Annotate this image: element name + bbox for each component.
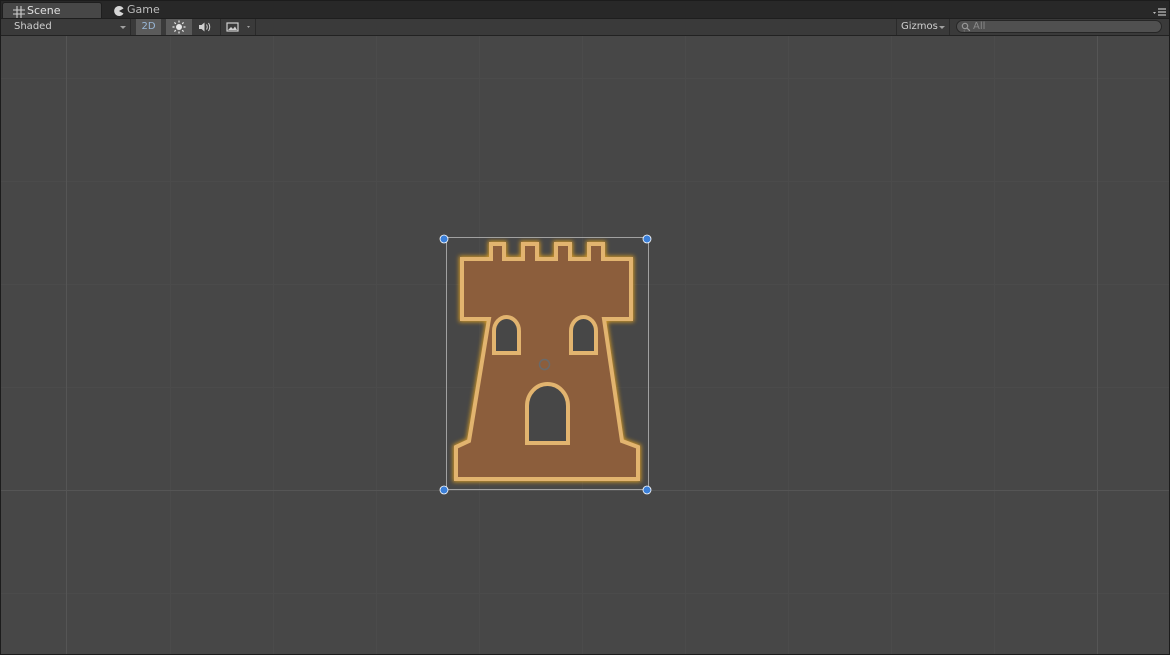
scene-view-window: Scene Game Shaded 2D Gizmos All xyxy=(0,0,1170,655)
chevron-down-icon xyxy=(939,26,945,29)
resize-handle-top-left[interactable] xyxy=(439,234,449,244)
scene-grid xyxy=(1,36,1169,654)
resize-handle-bottom-left[interactable] xyxy=(439,485,449,495)
mode-2d-toggle[interactable]: 2D xyxy=(136,19,161,35)
resize-handle-bottom-right[interactable] xyxy=(642,485,652,495)
scene-search-box[interactable] xyxy=(956,20,1162,33)
castle-tower-sprite[interactable] xyxy=(453,241,641,482)
gizmos-label: Gizmos xyxy=(901,21,938,32)
scene-viewport[interactable] xyxy=(1,36,1169,654)
scene-audio-toggle[interactable] xyxy=(193,19,217,35)
search-input[interactable] xyxy=(973,20,1153,33)
tab-scene-label: Scene xyxy=(27,4,61,17)
scene-lighting-toggle[interactable] xyxy=(166,19,192,35)
tab-strip: Scene Game xyxy=(1,1,1169,19)
image-icon xyxy=(226,22,250,32)
pacman-icon xyxy=(114,6,124,16)
scene-effects-dropdown[interactable] xyxy=(220,19,256,35)
shading-mode-dropdown[interactable]: Shaded xyxy=(5,19,131,35)
speaker-icon xyxy=(199,22,211,32)
tab-game-label: Game xyxy=(127,3,160,16)
shading-mode-value: Shaded xyxy=(14,21,52,32)
resize-handle-top-right[interactable] xyxy=(642,234,652,244)
scene-toolbar: Shaded 2D Gizmos xyxy=(1,19,1169,36)
chevron-down-icon xyxy=(120,26,126,29)
search-icon xyxy=(961,22,971,32)
sun-icon xyxy=(172,20,186,34)
grid-hash-icon xyxy=(13,6,25,18)
tab-scene[interactable]: Scene xyxy=(2,2,102,18)
gizmos-dropdown[interactable]: Gizmos xyxy=(896,19,950,35)
tab-game[interactable]: Game xyxy=(103,2,203,18)
panel-menu-icon[interactable] xyxy=(1153,5,1167,17)
